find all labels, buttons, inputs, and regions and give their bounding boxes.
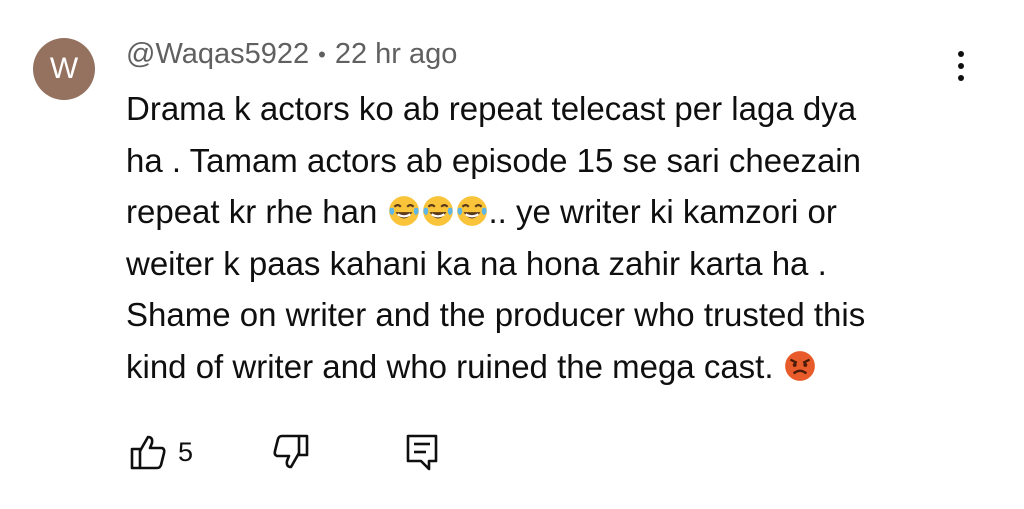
comment-actions: 5 [126, 430, 444, 474]
reply-icon [406, 434, 438, 471]
like-button[interactable] [126, 430, 170, 474]
comment-text: Drama k actors ko ab repeat telecast per… [126, 83, 986, 392]
like-count: 5 [178, 436, 194, 467]
tears-of-joy-emoji-icon [456, 196, 487, 227]
meta-separator: • [318, 41, 326, 67]
comment-line: Drama k actors ko ab repeat telecast per… [126, 90, 857, 127]
comment-line: Shame on writer and the producer who tru… [126, 296, 866, 333]
more-vert-icon [958, 51, 964, 57]
thumbs-down-icon [273, 434, 309, 469]
comment-line-part: repeat kr rhe han [126, 193, 378, 230]
reply-button[interactable] [400, 430, 444, 474]
comment-line: kind of writer and who ruined the mega c… [126, 341, 986, 393]
comment-line-part: kind of writer and who ruined the mega c… [126, 347, 774, 385]
more-options-button[interactable] [945, 46, 977, 86]
angry-face-emoji-icon [784, 350, 815, 381]
comment-line-part: .. ye writer ki kamzori or [488, 193, 837, 230]
avatar-letter: W [49, 52, 79, 85]
comment-line: weiter k paas kahani ka na hona zahir ka… [126, 244, 827, 282]
comment-line: repeat kr rhe han .. ye writer ki kamzor… [126, 186, 986, 238]
comment-header: @Waqas5922 • 22 hr ago [126, 38, 457, 71]
tears-of-joy-emoji-icon [388, 196, 419, 227]
author-name[interactable]: @Waqas5922 [126, 38, 309, 71]
thumbs-up-icon [130, 435, 166, 470]
dislike-button[interactable] [269, 430, 313, 474]
tears-of-joy-emoji-icon [422, 196, 453, 227]
avatar[interactable]: W [33, 38, 95, 100]
timestamp[interactable]: 22 hr ago [335, 38, 458, 71]
comment-line: ha . Tamam actors ab episode 15 se sari … [126, 141, 861, 179]
